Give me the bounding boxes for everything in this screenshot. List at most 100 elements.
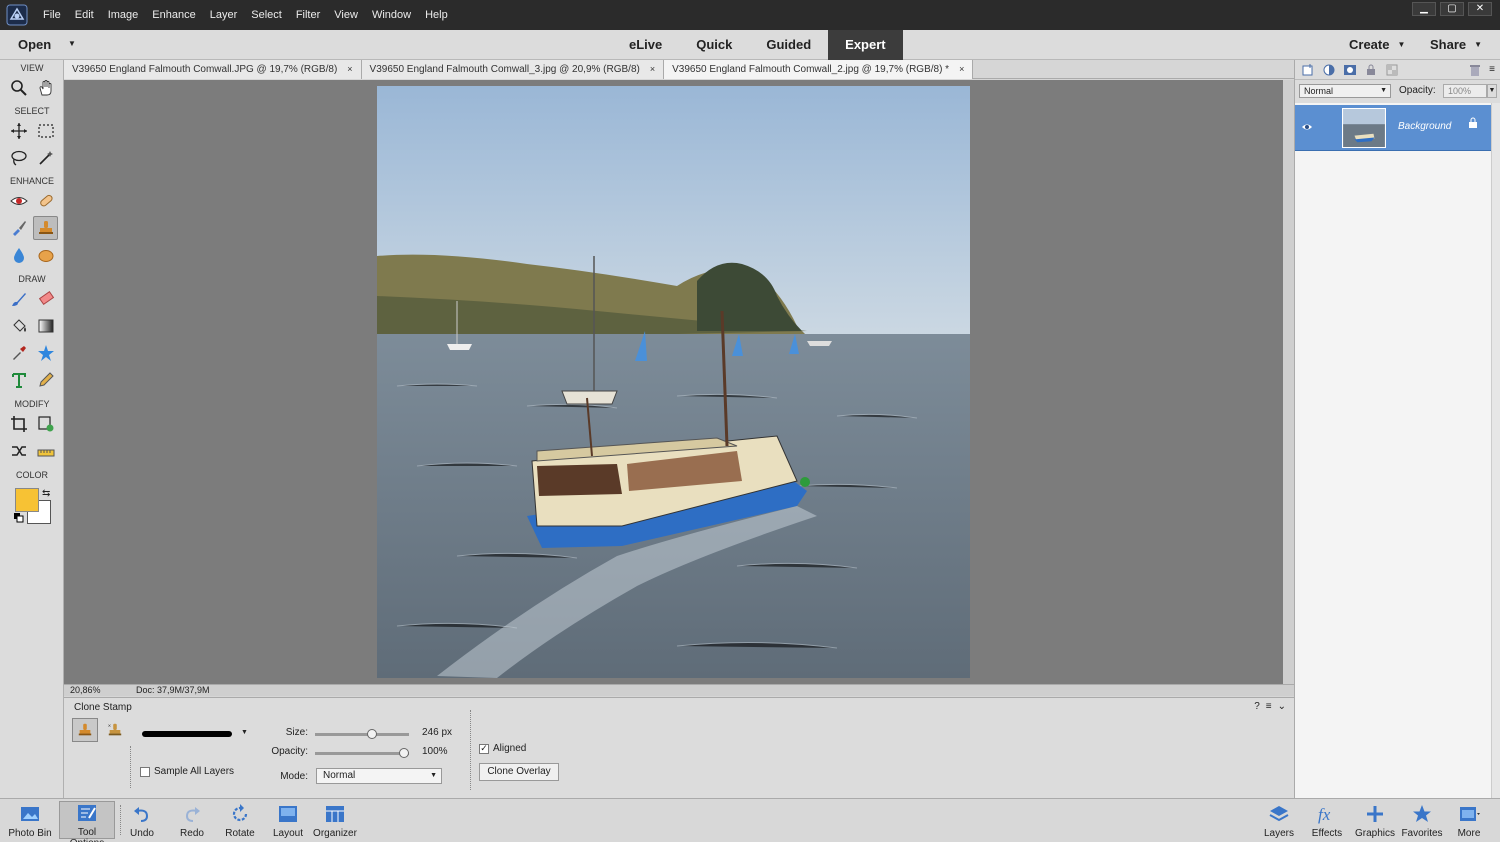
lasso-tool-icon[interactable] — [6, 146, 31, 170]
blend-mode-select[interactable]: Normal ▼ — [1299, 84, 1391, 98]
layer-row-background[interactable]: Background — [1295, 105, 1491, 151]
menu-file[interactable]: File — [36, 9, 68, 21]
create-menu[interactable]: Create ▼ — [1349, 37, 1405, 52]
mode-elive[interactable]: eLive — [612, 30, 679, 60]
canvas-area[interactable] — [64, 80, 1283, 684]
vertical-scrollbar[interactable] — [1283, 80, 1294, 684]
magic-wand-tool-icon[interactable] — [33, 146, 58, 170]
mode-expert[interactable]: Expert — [828, 30, 903, 60]
doc-tab-active[interactable]: V39650 England Falmouth Comwall_2.jpg @ … — [664, 60, 974, 79]
opacity-slider-knob[interactable] — [399, 748, 409, 758]
lock-transparency-icon[interactable] — [1385, 63, 1399, 77]
menu-filter[interactable]: Filter — [289, 9, 327, 21]
app-logo-icon[interactable] — [6, 4, 28, 26]
default-colors-icon[interactable] — [14, 513, 24, 523]
menu-window[interactable]: Window — [365, 9, 418, 21]
size-slider-knob[interactable] — [367, 729, 378, 739]
layers-scrollbar[interactable] — [1491, 103, 1500, 798]
opacity-value[interactable]: 100% — [422, 746, 448, 757]
photo-bin-icon — [21, 807, 39, 821]
move-tool-icon[interactable] — [6, 119, 31, 143]
adjustment-layer-icon[interactable] — [1322, 63, 1336, 77]
type-tool-icon[interactable] — [6, 368, 31, 392]
gradient-tool-icon[interactable] — [33, 314, 58, 338]
menu-select[interactable]: Select — [244, 9, 289, 21]
open-dropdown-icon[interactable]: ▼ — [68, 39, 76, 48]
close-tab-icon[interactable]: × — [959, 64, 964, 74]
chevron-down-icon[interactable]: ▼ — [1487, 84, 1497, 98]
paint-bucket-tool-icon[interactable] — [6, 314, 31, 338]
zoom-tool-icon[interactable] — [6, 76, 31, 100]
straighten-tool-icon[interactable] — [33, 439, 58, 463]
doc-tab[interactable]: V39650 England Falmouth Comwall_3.jpg @ … — [361, 60, 665, 79]
undo-button[interactable]: Undo — [114, 803, 170, 839]
zoom-readout[interactable]: 20,86% — [70, 685, 101, 695]
spot-healing-tool-icon[interactable] — [33, 189, 58, 213]
smart-brush-tool-icon[interactable] — [6, 216, 31, 240]
sponge-tool-icon[interactable] — [33, 243, 58, 267]
new-layer-icon[interactable] — [1301, 63, 1315, 77]
layers-panel: ≡ Normal ▼ Opacity: 100% ▼ Background — [1294, 60, 1500, 798]
checkbox-checked-icon[interactable]: ✓ — [479, 743, 489, 754]
clone-stamp-tool-icon[interactable] — [33, 216, 58, 240]
aligned-checkbox[interactable]: ✓ Aligned — [479, 743, 526, 754]
layer-thumbnail — [1342, 108, 1386, 148]
help-icon[interactable]: ? — [1254, 701, 1260, 712]
open-button[interactable]: Open — [18, 37, 51, 52]
panel-menu-icon[interactable]: ≡ — [1489, 64, 1495, 75]
size-slider[interactable] — [315, 729, 409, 739]
hand-tool-icon[interactable] — [33, 76, 58, 100]
collapse-chevron-icon[interactable]: ⌄ — [1278, 701, 1286, 712]
menu-edit[interactable]: Edit — [68, 9, 101, 21]
foreground-color-swatch[interactable] — [15, 488, 39, 512]
size-value[interactable]: 246 px — [422, 727, 452, 738]
close-tab-icon[interactable]: × — [650, 64, 655, 74]
brush-preset-preview[interactable] — [140, 726, 234, 742]
tool-options-button[interactable]: Tool Options — [59, 801, 115, 842]
more-button[interactable]: More — [1441, 803, 1497, 839]
pattern-stamp-tool-icon[interactable]: × — [102, 718, 128, 742]
layer-opacity-input[interactable]: 100% — [1443, 84, 1487, 98]
document-photo[interactable] — [377, 86, 970, 678]
checkbox-icon[interactable] — [140, 766, 150, 777]
layer-name[interactable]: Background — [1398, 121, 1451, 132]
eye-visibility-icon[interactable] — [1301, 122, 1313, 132]
opacity-slider[interactable] — [315, 748, 409, 758]
recompose-tool-icon[interactable] — [33, 412, 58, 436]
menu-enhance[interactable]: Enhance — [145, 9, 202, 21]
swap-colors-icon[interactable]: ⇆ — [42, 488, 50, 499]
minimize-button[interactable]: ▁ — [1412, 2, 1436, 16]
pencil-tool-icon[interactable] — [33, 368, 58, 392]
doc-tab[interactable]: V39650 England Falmouth Comwall.JPG @ 19… — [64, 60, 362, 79]
mode-quick[interactable]: Quick — [679, 30, 749, 60]
close-tab-icon[interactable]: × — [347, 64, 352, 74]
mode-guided[interactable]: Guided — [749, 30, 828, 60]
layer-mask-icon[interactable] — [1343, 63, 1357, 77]
marquee-tool-icon[interactable] — [33, 119, 58, 143]
crop-tool-icon[interactable] — [6, 412, 31, 436]
brush-tool-icon[interactable] — [6, 287, 31, 311]
organizer-button[interactable]: Organizer — [307, 803, 363, 839]
maximize-button[interactable]: ▢ — [1440, 2, 1464, 16]
menu-image[interactable]: Image — [101, 9, 146, 21]
mode-select[interactable]: Normal ▼ — [316, 768, 442, 784]
menu-layer[interactable]: Layer — [203, 9, 245, 21]
custom-shape-tool-icon[interactable] — [33, 341, 58, 365]
clone-overlay-button[interactable]: Clone Overlay — [479, 763, 559, 781]
delete-layer-icon[interactable] — [1468, 63, 1482, 77]
menu-view[interactable]: View — [327, 9, 365, 21]
lock-all-icon[interactable] — [1364, 63, 1378, 77]
eraser-tool-icon[interactable] — [33, 287, 58, 311]
red-eye-tool-icon[interactable] — [6, 189, 31, 213]
blur-tool-icon[interactable] — [6, 243, 31, 267]
content-aware-move-tool-icon[interactable] — [6, 439, 31, 463]
sample-all-layers-checkbox[interactable]: Sample All Layers — [140, 766, 234, 777]
panel-menu-icon[interactable]: ≡ — [1266, 701, 1272, 712]
photo-bin-button[interactable]: Photo Bin — [2, 803, 58, 839]
share-menu[interactable]: Share ▼ — [1430, 37, 1482, 52]
chevron-down-icon[interactable]: ▼ — [241, 729, 248, 736]
clone-stamp-tool-icon[interactable] — [72, 718, 98, 742]
close-button[interactable]: ✕ — [1468, 2, 1492, 16]
eyedropper-tool-icon[interactable] — [6, 341, 31, 365]
menu-help[interactable]: Help — [418, 9, 455, 21]
